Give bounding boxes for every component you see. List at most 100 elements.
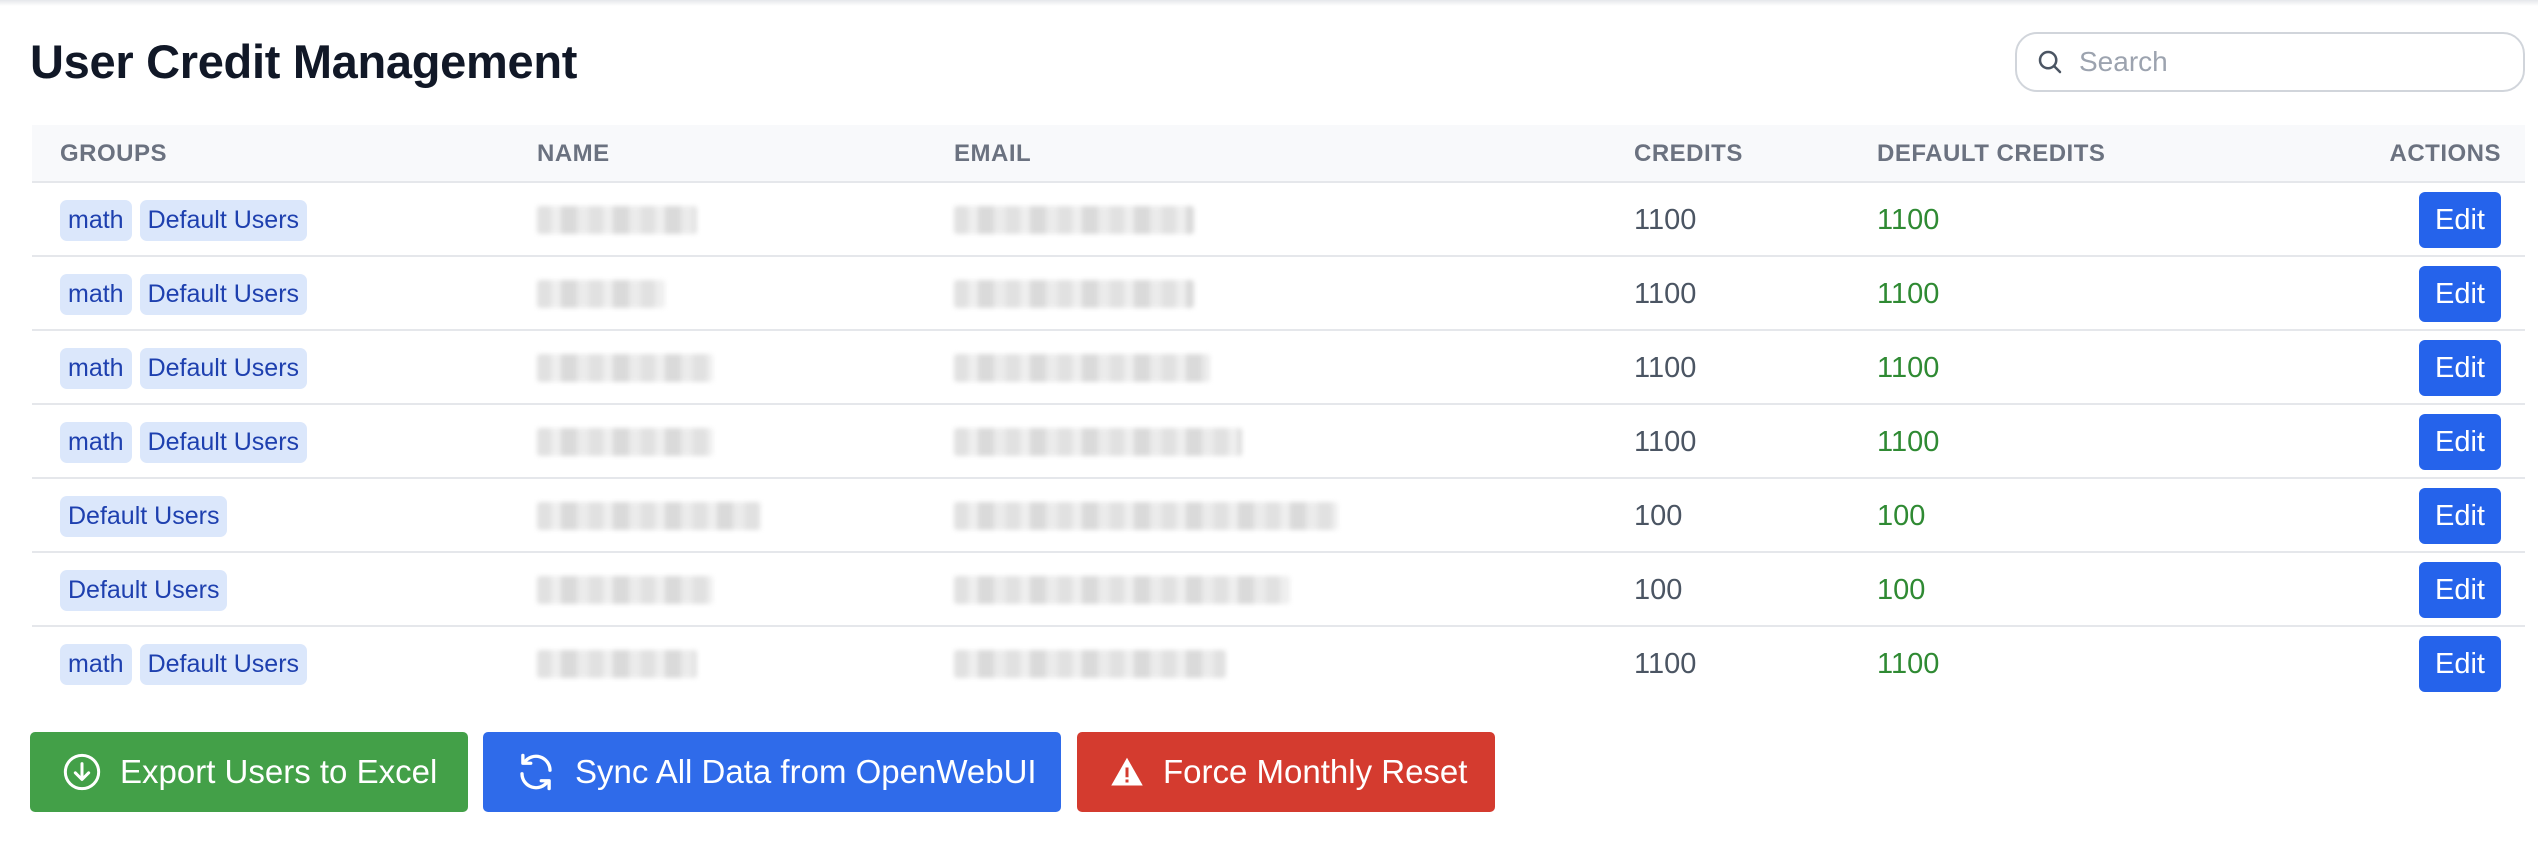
credits-value: 100 bbox=[1634, 573, 1683, 606]
edit-button[interactable]: Edit bbox=[2419, 414, 2501, 470]
search-box[interactable] bbox=[2015, 32, 2525, 92]
edit-button[interactable]: Edit bbox=[2419, 488, 2501, 544]
redacted-name bbox=[537, 502, 761, 530]
redacted-email bbox=[954, 650, 1226, 678]
actions-cell: Edit bbox=[2419, 257, 2501, 331]
credits-value: 1100 bbox=[1634, 351, 1697, 384]
credits-value: 100 bbox=[1634, 499, 1683, 532]
redacted-email bbox=[954, 354, 1210, 382]
warning-icon bbox=[1111, 757, 1143, 786]
redacted-name bbox=[537, 354, 713, 382]
email-cell bbox=[954, 627, 1226, 701]
group-tag: Default Users bbox=[60, 569, 228, 611]
users-table: GROUPS NAME EMAIL CREDITS DEFAULT CREDIT… bbox=[32, 125, 2525, 701]
name-cell bbox=[537, 257, 665, 331]
export-users-button[interactable]: Export Users to Excel bbox=[30, 732, 468, 812]
page-title: User Credit Management bbox=[30, 35, 578, 88]
group-tag: math bbox=[60, 347, 132, 389]
actions-cell: Edit bbox=[2419, 183, 2501, 257]
redacted-name bbox=[537, 576, 713, 604]
name-cell bbox=[537, 553, 713, 627]
credits-value: 1100 bbox=[1634, 203, 1697, 236]
groups-cell: math Default Users bbox=[60, 405, 315, 479]
edit-button[interactable]: Edit bbox=[2419, 636, 2501, 692]
group-tag: Default Users bbox=[139, 643, 308, 685]
sync-button-label: Sync All Data from OpenWebUI bbox=[575, 753, 1037, 790]
group-tag: Default Users bbox=[139, 421, 308, 463]
search-input[interactable] bbox=[2079, 46, 2499, 78]
group-tag: Default Users bbox=[139, 199, 308, 241]
email-cell bbox=[954, 553, 1290, 627]
edit-button[interactable]: Edit bbox=[2419, 266, 2501, 322]
name-cell bbox=[537, 479, 761, 553]
search-icon bbox=[2038, 50, 2062, 74]
groups-cell: Default Users bbox=[60, 479, 235, 553]
force-reset-button[interactable]: Force Monthly Reset bbox=[1077, 732, 1495, 812]
groups-cell: math Default Users bbox=[60, 257, 315, 331]
group-tag: Default Users bbox=[60, 495, 228, 537]
group-tag: Default Users bbox=[139, 273, 308, 315]
header-groups: GROUPS bbox=[60, 140, 168, 167]
table-row: math Default Users 1100 1100 Edit bbox=[32, 405, 2525, 479]
edit-button[interactable]: Edit bbox=[2419, 562, 2501, 618]
credits-value: 1100 bbox=[1634, 277, 1697, 310]
credits-value: 1100 bbox=[1634, 425, 1697, 458]
redacted-email bbox=[954, 502, 1338, 530]
default-credits-value: 1100 bbox=[1877, 203, 1940, 236]
table-row: math Default Users 1100 1100 Edit bbox=[32, 627, 2525, 701]
actions-cell: Edit bbox=[2419, 479, 2501, 553]
refresh-icon bbox=[520, 753, 552, 791]
name-cell bbox=[537, 183, 697, 257]
table-row: Default Users 100 100 Edit bbox=[32, 479, 2525, 553]
default-credits-value: 100 bbox=[1877, 573, 1926, 606]
default-credits-value: 1100 bbox=[1877, 277, 1940, 310]
table-row: Default Users 100 100 Edit bbox=[32, 553, 2525, 627]
header-name: NAME bbox=[537, 140, 610, 167]
table-row: math Default Users 1100 1100 Edit bbox=[32, 183, 2525, 257]
actions-cell: Edit bbox=[2419, 405, 2501, 479]
actions-cell: Edit bbox=[2419, 553, 2501, 627]
groups-cell: Default Users bbox=[60, 553, 235, 627]
top-shadow bbox=[0, 0, 2538, 6]
sync-data-button[interactable]: Sync All Data from OpenWebUI bbox=[483, 732, 1061, 812]
header-default-credits: DEFAULT CREDITS bbox=[1877, 140, 2106, 167]
default-credits-value: 1100 bbox=[1877, 351, 1940, 384]
redacted-email bbox=[954, 576, 1290, 604]
email-cell bbox=[954, 479, 1338, 553]
group-tag: Default Users bbox=[139, 347, 308, 389]
groups-cell: math Default Users bbox=[60, 627, 315, 701]
groups-cell: math Default Users bbox=[60, 183, 315, 257]
edit-button[interactable]: Edit bbox=[2419, 340, 2501, 396]
group-tag: math bbox=[60, 273, 132, 315]
default-credits-value: 100 bbox=[1877, 499, 1926, 532]
edit-button[interactable]: Edit bbox=[2419, 192, 2501, 248]
credits-value: 1100 bbox=[1634, 647, 1697, 680]
header-credits: CREDITS bbox=[1634, 140, 1743, 167]
email-cell bbox=[954, 257, 1194, 331]
redacted-email bbox=[954, 206, 1194, 234]
actions-cell: Edit bbox=[2419, 331, 2501, 405]
redacted-name bbox=[537, 206, 697, 234]
header-email: EMAIL bbox=[954, 140, 1032, 167]
actions-cell: Edit bbox=[2419, 627, 2501, 701]
redacted-email bbox=[954, 428, 1242, 456]
redacted-name bbox=[537, 428, 713, 456]
redacted-email bbox=[954, 280, 1194, 308]
name-cell bbox=[537, 405, 713, 479]
redacted-name bbox=[537, 650, 697, 678]
table-header: GROUPS NAME EMAIL CREDITS DEFAULT CREDIT… bbox=[32, 125, 2525, 183]
download-circle-icon bbox=[63, 753, 101, 791]
default-credits-value: 1100 bbox=[1877, 647, 1940, 680]
export-button-label: Export Users to Excel bbox=[120, 753, 438, 790]
email-cell bbox=[954, 183, 1194, 257]
email-cell bbox=[954, 405, 1242, 479]
table-row: math Default Users 1100 1100 Edit bbox=[32, 331, 2525, 405]
redacted-name bbox=[537, 280, 665, 308]
reset-button-label: Force Monthly Reset bbox=[1163, 753, 1468, 790]
default-credits-value: 1100 bbox=[1877, 425, 1940, 458]
email-cell bbox=[954, 331, 1210, 405]
group-tag: math bbox=[60, 643, 132, 685]
name-cell bbox=[537, 627, 697, 701]
header-actions: ACTIONS bbox=[2389, 140, 2501, 167]
name-cell bbox=[537, 331, 713, 405]
